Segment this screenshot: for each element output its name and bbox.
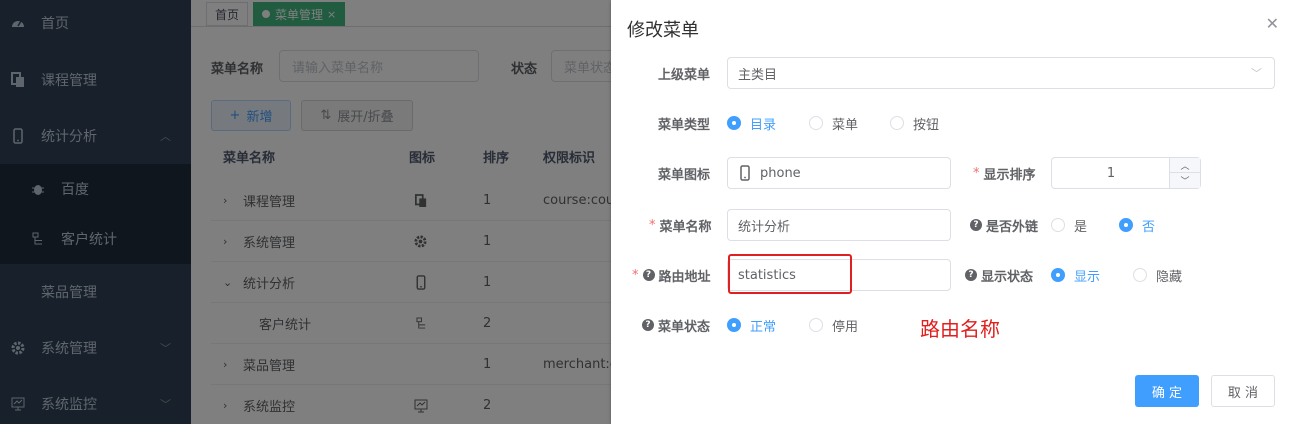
display-order-value: 1 [1106,165,1116,181]
question-icon: ? [970,219,982,231]
cancel-button[interactable]: 取 消 [1211,375,1275,407]
required-mark: * [973,165,980,181]
menu-name-label-text: 菜单名称 [659,219,712,235]
display-order-stepper[interactable]: 1 ︿ ﹀ [1051,157,1201,189]
radio-circle [727,318,741,332]
radio-label: 显示 [1074,269,1101,285]
menu-name-input[interactable]: 统计分析 [727,209,951,241]
display-status-label-text: 显示状态 [981,269,1034,285]
radio-circle [809,116,823,130]
menu-icon-input[interactable]: phone [727,157,951,189]
parent-menu-label: 上级菜单 [658,67,711,83]
display-order-label-text: 显示排序 [983,167,1036,183]
menu-name-label: * 菜单名称 [649,209,712,241]
required-mark: * [649,217,656,233]
radio-label: 隐藏 [1156,269,1183,285]
question-icon: ? [642,319,654,331]
menu-status-radio-disabled[interactable]: 停用 [809,309,858,341]
close-icon[interactable]: ✕ [1266,14,1279,33]
confirm-button[interactable]: 确 定 [1135,375,1199,407]
route-path-label: *? 路由地址 [632,259,711,291]
menu-status-label: ? 菜单状态 [642,309,710,341]
radio-label: 停用 [832,319,859,335]
radio-circle [890,116,904,130]
annotation-text: 路由名称 [920,317,1000,341]
display-status-radio-show[interactable]: 显示 [1051,259,1100,291]
route-path-label-text: 路由地址 [658,269,711,285]
external-link-label-text: 是否外链 [986,219,1039,235]
menu-type-radio-menu[interactable]: 菜单 [809,107,858,139]
menu-type-radio-directory[interactable]: 目录 [727,107,776,139]
edit-menu-dialog: 修改菜单 ✕ 上级菜单 主类目 ﹀ 菜单类型 目录 菜单 按钮 菜单图标 pho… [611,0,1295,424]
external-link-radio-no[interactable]: 否 [1119,209,1155,241]
radio-label: 是 [1074,219,1088,235]
radio-circle [1133,268,1147,282]
chevron-down-icon: ﹀ [1251,67,1262,80]
external-link-radio-yes[interactable]: 是 [1051,209,1087,241]
radio-label: 否 [1142,219,1156,235]
question-icon: ? [965,269,977,281]
menu-status-radio-normal[interactable]: 正常 [727,309,776,341]
radio-circle [1119,218,1133,232]
menu-type-label: 菜单类型 [658,117,711,133]
parent-menu-select[interactable]: 主类目 ﹀ [727,57,1275,89]
menu-status-label-text: 菜单状态 [658,319,711,335]
phone-icon [740,165,750,181]
stepper-up-icon[interactable]: ︿ [1169,158,1200,173]
display-status-radio-hide[interactable]: 隐藏 [1133,259,1182,291]
radio-label: 正常 [750,319,777,335]
radio-label: 按钮 [913,117,940,133]
stepper-down-icon[interactable]: ﹀ [1169,173,1200,188]
radio-circle [809,318,823,332]
display-status-label: ? 显示状态 [965,259,1033,291]
external-link-label: ? 是否外链 [970,209,1038,241]
menu-type-radio-button[interactable]: 按钮 [890,107,939,139]
radio-label: 菜单 [832,117,859,133]
radio-circle [1051,218,1065,232]
required-mark: * [632,267,639,283]
radio-label: 目录 [750,117,777,133]
radio-circle [1051,268,1065,282]
parent-menu-value: 主类目 [738,67,778,83]
menu-icon-label: 菜单图标 [658,167,711,183]
display-order-label: * 显示排序 [973,157,1036,189]
dialog-title: 修改菜单 [627,20,699,41]
menu-name-value: 统计分析 [738,219,791,235]
radio-circle [727,116,741,130]
menu-icon-value: phone [760,165,801,181]
highlight-annotation-box [728,254,852,294]
question-icon: ? [642,269,655,281]
